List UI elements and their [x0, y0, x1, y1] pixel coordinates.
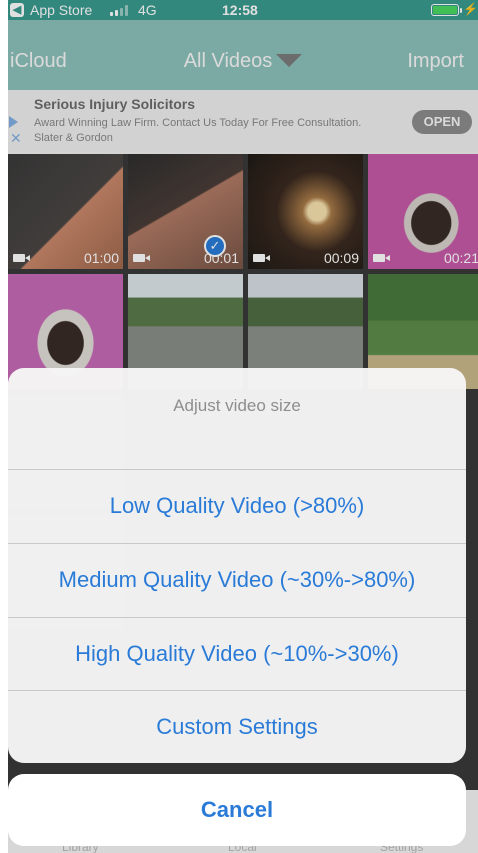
- action-sheet: Adjust video size Low Quality Video (>80…: [8, 368, 466, 763]
- sheet-title: Adjust video size: [173, 396, 301, 415]
- low-quality-option[interactable]: Low Quality Video (>80%): [8, 469, 466, 542]
- cancel-button[interactable]: Cancel: [8, 774, 466, 846]
- medium-quality-option[interactable]: Medium Quality Video (~30%->80%): [8, 543, 466, 616]
- high-quality-option[interactable]: High Quality Video (~10%->30%): [8, 617, 466, 690]
- custom-settings-option[interactable]: Custom Settings: [8, 690, 466, 763]
